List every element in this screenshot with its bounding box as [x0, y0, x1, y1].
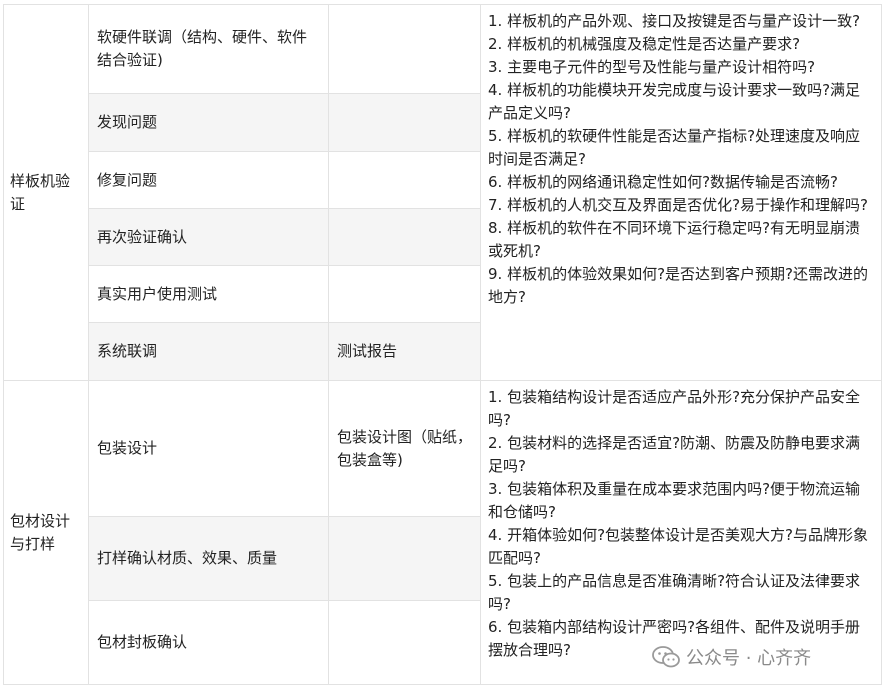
- verification-table: 样板机验证 软硬件联调（结构、硬件、软件结合验证) 1. 样板机的产品外观、接口…: [3, 4, 882, 685]
- task-cell: 再次验证确认: [88, 208, 329, 266]
- check-item: 1. 包装箱结构设计是否适应产品外形?充分保护产品安全吗?: [488, 388, 861, 429]
- deliverable-cell: [328, 516, 481, 601]
- deliverable-cell: [328, 93, 481, 152]
- deliverable-cell: 包装设计图（贴纸，包装盒等): [328, 380, 481, 517]
- task-cell: 包材封板确认: [88, 600, 329, 685]
- task-cell: 修复问题: [88, 151, 329, 209]
- check-item: 7. 样板机的人机交互及界面是否优化?易于操作和理解吗?: [488, 196, 869, 214]
- check-item: 5. 包装上的产品信息是否准确清晰?符合认证及法律要求吗?: [488, 572, 861, 613]
- task-cell: 包装设计: [88, 380, 329, 517]
- table-row: 包材设计与打样 包装设计 包装设计图（贴纸，包装盒等) 1. 包装箱结构设计是否…: [3, 380, 882, 685]
- check-item: 9. 样板机的体验效果如何?是否达到客户预期?还需改进的地方?: [488, 265, 869, 306]
- wechat-icon: [652, 646, 680, 668]
- check-item: 2. 包装材料的选择是否适宜?防潮、防震及防静电要求满足吗?: [488, 434, 861, 475]
- deliverable-cell: [328, 151, 481, 209]
- check-item: 4. 样板机的功能模块开发完成度与设计要求一致吗?满足产品定义吗?: [488, 81, 861, 122]
- check-item: 8. 样板机的软件在不同环境下运行稳定吗?有无明显崩溃或死机?: [488, 219, 861, 260]
- task-cell: 发现问题: [88, 93, 329, 152]
- deliverable-cell: [328, 600, 481, 685]
- task-cell: 真实用户使用测试: [88, 265, 329, 323]
- task-cell: 打样确认材质、效果、质量: [88, 516, 329, 601]
- deliverable-cell: [328, 265, 481, 323]
- stage-cell: 包材设计与打样: [3, 380, 89, 685]
- task-cell: 软硬件联调（结构、硬件、软件结合验证): [88, 4, 329, 94]
- check-item: 1. 样板机的产品外观、接口及按键是否与量产设计一致?: [488, 12, 861, 30]
- checklist-cell: 1. 样板机的产品外观、接口及按键是否与量产设计一致? 2. 样板机的机械强度及…: [480, 4, 882, 381]
- check-item: 6. 样板机的网络通讯稳定性如何?数据传输是否流畅?: [488, 173, 839, 191]
- checklist-cell: 1. 包装箱结构设计是否适应产品外形?充分保护产品安全吗? 2. 包装材料的选择…: [480, 380, 882, 685]
- check-item: 3. 包装箱体积及重量在成本要求范围内吗?便于物流运输和仓储吗?: [488, 480, 861, 521]
- check-item: 3. 主要电子元件的型号及性能与量产设计相符吗?: [488, 58, 816, 76]
- deliverable-cell: [328, 4, 481, 94]
- table-row: 样板机验证 软硬件联调（结构、硬件、软件结合验证) 1. 样板机的产品外观、接口…: [3, 4, 882, 381]
- check-item: 5. 样板机的软硬件性能是否达量产指标?处理速度及响应时间是否满足?: [488, 127, 861, 168]
- watermark: 公众号 · 心齐齐: [652, 640, 811, 674]
- task-cell: 系统联调: [88, 322, 329, 381]
- deliverable-cell: [328, 208, 481, 266]
- check-item: 4. 开箱体验如何?包装整体设计是否美观大方?与品牌形象匹配吗?: [488, 526, 869, 567]
- check-item: 2. 样板机的机械强度及稳定性是否达量产要求?: [488, 35, 801, 53]
- stage-cell: 样板机验证: [3, 4, 89, 381]
- watermark-text: 公众号 · 心齐齐: [686, 648, 812, 669]
- deliverable-cell: 测试报告: [328, 322, 481, 381]
